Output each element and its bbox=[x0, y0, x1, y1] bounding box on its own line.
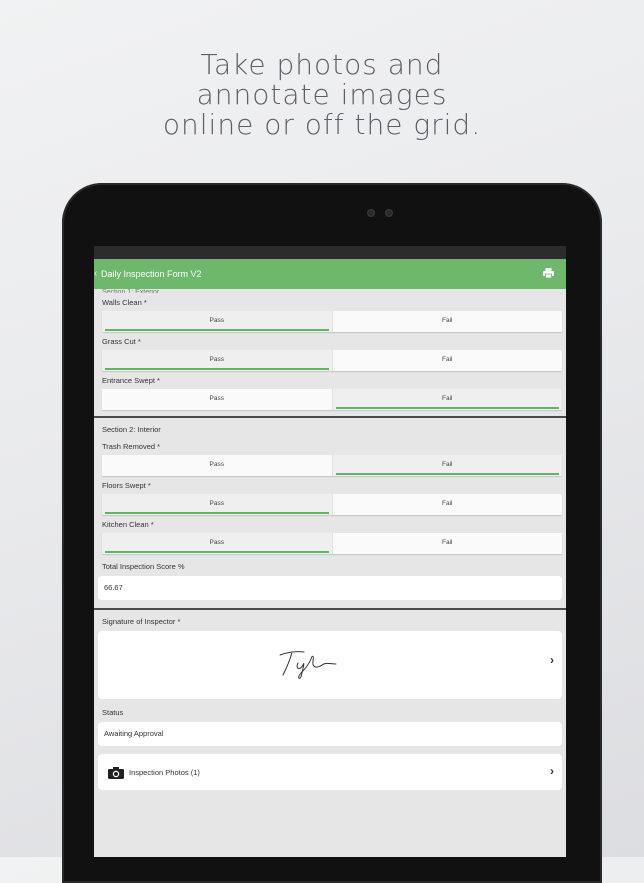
question-label: Walls Clean * bbox=[102, 298, 147, 307]
fail-button[interactable]: Fail bbox=[332, 389, 562, 410]
fail-button[interactable]: Fail bbox=[332, 533, 562, 554]
status-bar bbox=[94, 246, 566, 259]
chevron-right-icon[interactable]: › bbox=[550, 653, 554, 667]
question-label: Kitchen Clean * bbox=[102, 520, 154, 529]
photos-label: Inspection Photos (1) bbox=[129, 767, 200, 777]
question-label: Entrance Swept * bbox=[102, 376, 160, 385]
pass-fail-toggle: Pass Fail bbox=[102, 494, 562, 515]
section-2-title: Section 2: Interior bbox=[102, 425, 161, 434]
question-walls-clean: Walls Clean * Pass Fail bbox=[94, 293, 566, 332]
pass-fail-toggle: Pass Fail bbox=[102, 311, 562, 332]
chevron-right-icon[interactable]: › bbox=[550, 764, 554, 778]
question-label: Grass Cut * bbox=[102, 337, 141, 346]
fail-button[interactable]: Fail bbox=[332, 494, 562, 515]
pass-button[interactable]: Pass bbox=[102, 350, 333, 371]
pass-fail-toggle: Pass Fail bbox=[102, 350, 562, 371]
printer-icon[interactable] bbox=[543, 268, 554, 278]
question-label: Trash Removed * bbox=[102, 442, 161, 451]
pass-fail-toggle: Pass Fail bbox=[102, 455, 562, 476]
inspection-photos-row[interactable]: Inspection Photos (1) › bbox=[98, 754, 562, 790]
form-content: Section 1: Exterior Walls Clean * Pass F… bbox=[94, 289, 566, 857]
pass-button[interactable]: Pass bbox=[102, 533, 333, 554]
question-kitchen-clean: Kitchen Clean * Pass Fail bbox=[94, 515, 566, 554]
signature-field[interactable]: › bbox=[98, 631, 562, 699]
tablet-screen: ‹ Daily Inspection Form V2 Section 1: Ex… bbox=[94, 246, 566, 857]
question-entrance-swept: Entrance Swept * Pass Fail bbox=[94, 371, 566, 410]
status-field[interactable]: Awaiting Approval bbox=[98, 722, 562, 746]
back-chevron-icon[interactable]: ‹ bbox=[94, 268, 97, 279]
headline-line-1: Take photos and bbox=[200, 48, 444, 81]
headline-line-2: annotate images bbox=[196, 78, 448, 111]
question-floors-swept: Floors Swept * Pass Fail bbox=[94, 476, 566, 515]
score-field[interactable]: 66.67 bbox=[98, 576, 562, 600]
fail-button[interactable]: Fail bbox=[332, 455, 562, 476]
app-header: ‹ Daily Inspection Form V2 bbox=[94, 259, 566, 289]
fail-button[interactable]: Fail bbox=[332, 350, 562, 371]
pass-fail-toggle: Pass Fail bbox=[102, 533, 562, 554]
pass-fail-toggle: Pass Fail bbox=[102, 389, 562, 410]
question-grass-cut: Grass Cut * Pass Fail bbox=[94, 332, 566, 371]
marketing-headline: Take photos and annotate images online o… bbox=[0, 50, 644, 140]
question-label: Floors Swept * bbox=[102, 481, 151, 490]
score-label: Total Inspection Score % bbox=[102, 562, 185, 571]
form-title: Daily Inspection Form V2 bbox=[101, 269, 202, 279]
pass-button[interactable]: Pass bbox=[102, 389, 333, 410]
camera-icon bbox=[108, 766, 124, 779]
sensor-icon bbox=[386, 210, 392, 216]
pass-button[interactable]: Pass bbox=[102, 455, 333, 476]
status-label: Status bbox=[102, 708, 124, 717]
pass-button[interactable]: Pass bbox=[102, 311, 333, 332]
signature-image bbox=[279, 651, 337, 679]
pass-button[interactable]: Pass bbox=[102, 494, 333, 515]
headline-line-3: online or off the grid. bbox=[162, 108, 482, 141]
signature-label: Signature of Inspector * bbox=[102, 617, 181, 626]
question-trash-removed: Trash Removed * Pass Fail bbox=[94, 437, 566, 476]
fail-button[interactable]: Fail bbox=[332, 311, 562, 332]
front-camera-icon bbox=[368, 210, 374, 216]
